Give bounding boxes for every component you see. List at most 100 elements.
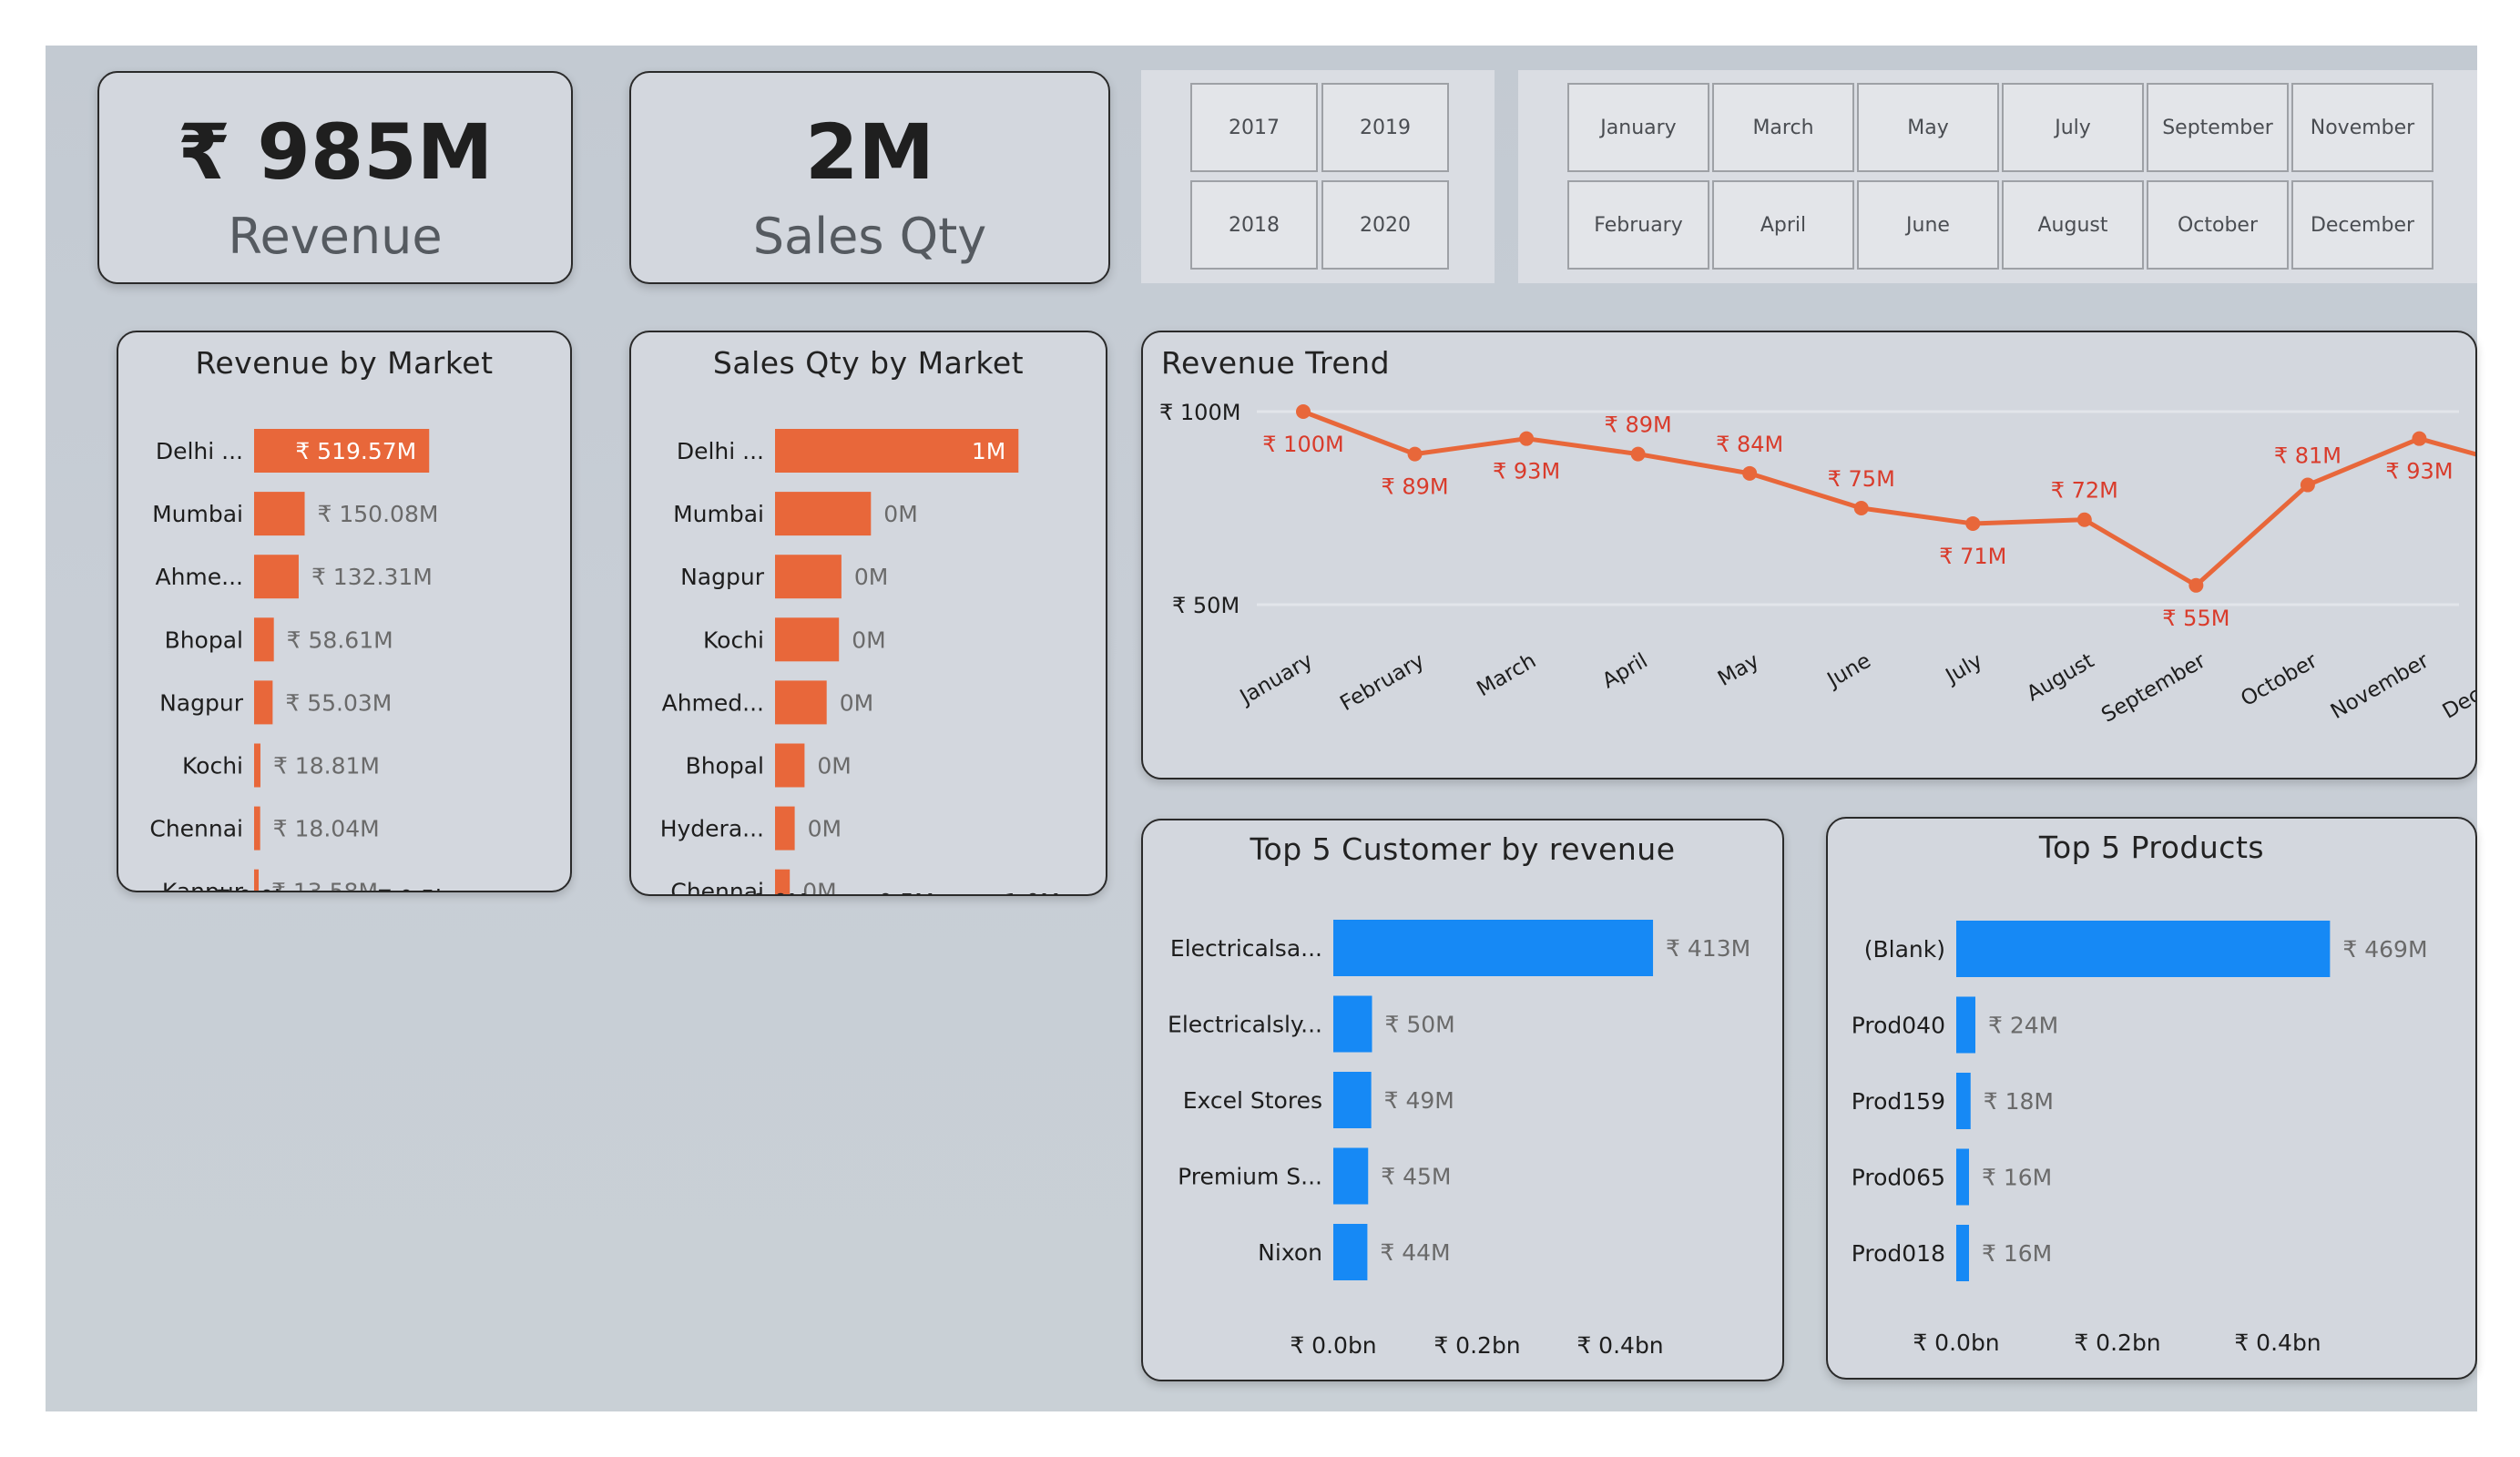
data-label: 0M <box>854 564 888 590</box>
data-label: ₹ 132.31M <box>311 564 433 590</box>
category-label: Bhopal <box>165 627 243 653</box>
x-tick-label: March <box>1473 649 1540 702</box>
month-button-february[interactable]: February <box>1567 180 1709 270</box>
x-tick-label: August <box>2023 649 2098 707</box>
data-label: ₹ 72M <box>2051 478 2118 504</box>
bar <box>1956 921 2331 977</box>
data-label: ₹ 75M <box>1828 466 1895 492</box>
category-label: Prod018 <box>1852 1240 1945 1267</box>
month-button-september[interactable]: September <box>2147 83 2289 172</box>
category-label: Chennai <box>670 879 764 894</box>
month-slicer: January March May July September Novembe… <box>1518 70 2477 283</box>
bar <box>1333 1072 1372 1128</box>
revenue-kpi-card: ₹ 985M Revenue <box>97 71 573 284</box>
top5-products-card: Top 5 Products (Blank) ₹ 469M Prod040 ₹ 24M… <box>1826 817 2477 1380</box>
category-label: Mumbai <box>673 501 764 527</box>
x-tick-label: ₹ 0.4bn <box>1576 1332 1663 1359</box>
top5-products-chart: (Blank) ₹ 469M Prod040 ₹ 24M Prod159 ₹ 18M Pro… <box>1852 921 2428 1356</box>
bar <box>1333 995 1372 1053</box>
bar <box>775 806 795 851</box>
month-button-october[interactable]: October <box>2147 180 2289 270</box>
data-label: ₹ 89M <box>1605 413 1672 438</box>
month-button-august[interactable]: August <box>2002 180 2144 270</box>
data-point <box>1519 431 1535 446</box>
year-button-2018[interactable]: 2018 <box>1190 180 1318 270</box>
bar <box>254 492 305 536</box>
bar <box>254 743 260 788</box>
bar <box>1333 920 1654 976</box>
trend-line <box>1302 409 2475 588</box>
x-tick-label: 0.5M <box>878 889 934 894</box>
sales-qty-kpi-label: Sales Qty <box>752 208 987 265</box>
x-tick-label: 1.0M <box>1004 889 1059 894</box>
data-label: ₹ 100M <box>1262 432 1343 457</box>
data-label: ₹ 18M <box>1984 1088 2054 1115</box>
category-label: Bhopal <box>686 753 764 779</box>
category-label: (Blank) <box>1864 936 1945 963</box>
year-button-2017[interactable]: 2017 <box>1190 83 1318 172</box>
category-label: Nagpur <box>159 689 244 716</box>
revenue-kpi-value: ₹ 985M <box>177 107 494 197</box>
category-label: Prod040 <box>1852 1013 1945 1039</box>
sales-qty-by-market-chart: Delhi ... 1M Mumbai 0M Nagpur 0M Kochi 0M Ahmed.… <box>660 429 1060 894</box>
month-button-july[interactable]: July <box>2002 83 2144 172</box>
year-button-2020[interactable]: 2020 <box>1321 180 1449 270</box>
month-button-january[interactable]: January <box>1567 83 1709 172</box>
category-label: Kochi <box>703 627 764 653</box>
data-label: ₹ 50M <box>1385 1012 1455 1038</box>
bar <box>254 680 273 725</box>
sales-qty-by-market-card: Sales Qty by Market Delhi ... 1M Mumbai 0M N… <box>629 331 1107 896</box>
data-point <box>2076 512 2092 527</box>
year-slicer: 2017 2019 2018 2020 <box>1141 70 1495 283</box>
category-label: Kochi <box>182 753 243 779</box>
data-label: ₹ 24M <box>1988 1013 2058 1039</box>
data-label: ₹ 18.81M <box>273 753 380 779</box>
data-label: ₹ 89M <box>1381 474 1448 500</box>
x-tick-label: November <box>2327 648 2433 724</box>
y-tick-label: ₹ 50M <box>1172 593 1240 618</box>
data-label: ₹ 93M <box>2385 459 2453 484</box>
bar <box>775 492 872 536</box>
category-label: Excel Stores <box>1183 1087 1322 1114</box>
x-tick-label: 0.0M <box>751 889 807 894</box>
sales-qty-kpi-value: 2M <box>804 107 935 197</box>
data-label: 0M <box>817 753 851 779</box>
bar <box>775 743 805 788</box>
bar <box>775 680 827 725</box>
dashboard-canvas: ₹ 985M Revenue 2M Sales Qty 2017 2019 20… <box>46 46 2477 1411</box>
month-button-december[interactable]: December <box>2291 180 2433 270</box>
top5-customers-card: Top 5 Customer by revenue Electricalsa..… <box>1141 819 1784 1381</box>
category-label: Electricalsly... <box>1168 1012 1322 1038</box>
data-point <box>2300 477 2315 493</box>
data-point <box>1407 446 1423 462</box>
x-tick-label: ₹ 0.2bn <box>2074 1330 2160 1356</box>
category-label: Electricalsa... <box>1170 935 1322 962</box>
data-label: 0M <box>883 501 917 527</box>
data-label: ₹ 45M <box>1381 1164 1451 1190</box>
x-tick-label: February <box>1336 649 1428 716</box>
month-button-may[interactable]: May <box>1857 83 1999 172</box>
category-label: Ahmed... <box>662 689 764 716</box>
data-label: ₹ 519.57M <box>295 438 416 464</box>
data-label: ₹ 413M <box>1666 935 1750 962</box>
data-label: ₹ 93M <box>1493 459 1560 484</box>
month-button-april[interactable]: April <box>1712 180 1854 270</box>
category-label: Premium S... <box>1178 1164 1322 1190</box>
month-button-june[interactable]: June <box>1857 180 1999 270</box>
x-tick-label: September <box>2097 648 2210 727</box>
data-label: ₹ 55M <box>2162 606 2229 631</box>
data-label: ₹ 44M <box>1380 1239 1450 1266</box>
month-button-november[interactable]: November <box>2291 83 2433 172</box>
data-label: ₹ 49M <box>1384 1087 1454 1114</box>
bar <box>775 555 842 599</box>
data-label: 0M <box>852 627 885 653</box>
data-label: ₹ 58.61M <box>287 627 393 653</box>
month-button-march[interactable]: March <box>1712 83 1854 172</box>
category-label: Nixon <box>1258 1239 1322 1266</box>
data-label: ₹ 81M <box>2274 443 2341 469</box>
year-button-2019[interactable]: 2019 <box>1321 83 1449 172</box>
bar <box>254 555 299 599</box>
data-label: 0M <box>802 879 836 894</box>
data-label: ₹ 150.08M <box>318 501 439 527</box>
x-tick-label: January <box>1235 649 1317 710</box>
